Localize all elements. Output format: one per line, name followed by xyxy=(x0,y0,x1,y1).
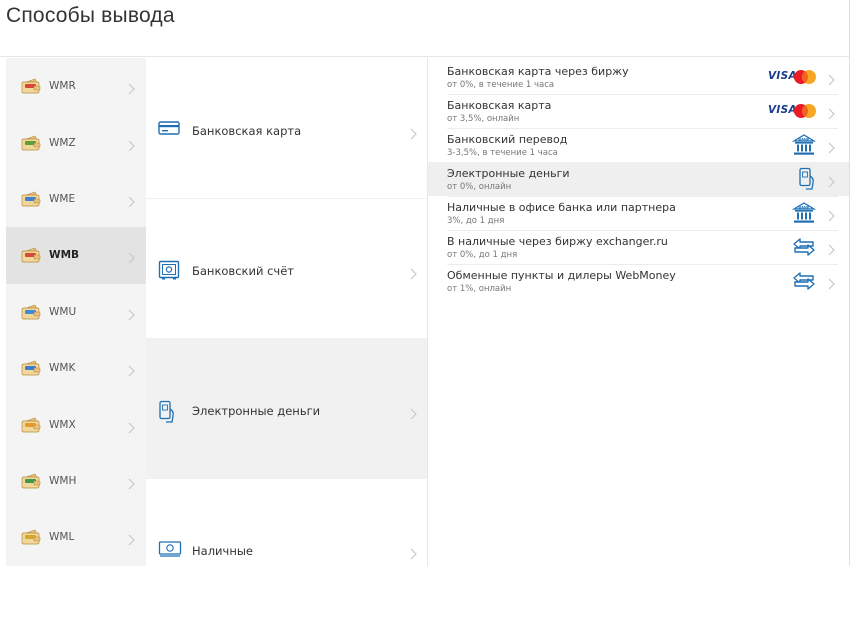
currency-label: WML xyxy=(49,531,75,544)
chevron-right-icon xyxy=(128,249,135,268)
method-label: Банковский счёт xyxy=(192,264,294,278)
wallet-wmz-icon xyxy=(20,135,42,155)
option-title: Обменные пункты и дилеры WebMoney xyxy=(447,269,676,282)
method-item-3[interactable]: Наличные xyxy=(146,478,427,618)
currency-label: WMX xyxy=(49,418,76,431)
chevron-right-icon xyxy=(410,405,417,424)
currency-item-wme[interactable]: WME xyxy=(6,171,146,227)
option-title: Электронные деньги xyxy=(447,167,570,180)
option-fee: от 0%, онлайн xyxy=(447,182,512,192)
chevron-right-icon xyxy=(128,193,135,212)
method-divider xyxy=(146,338,427,339)
currency-list: WMR WMZ WME WMB WMU WMK WMX WMH WML xyxy=(6,58,146,566)
chevron-right-icon xyxy=(828,207,835,226)
currency-label: WMR xyxy=(49,80,76,93)
method-list: Банковская карта Банковский счёт Электронн… xyxy=(146,58,428,566)
method-divider xyxy=(146,478,427,479)
currency-item-wmh[interactable]: WMH xyxy=(6,453,146,509)
option-title: Банковская карта через биржу xyxy=(447,65,629,78)
chevron-right-icon xyxy=(410,125,417,144)
svg-text:BANK: BANK xyxy=(798,205,810,209)
chevron-right-icon xyxy=(410,545,417,564)
exchange-arrows-icon xyxy=(791,238,817,260)
option-title: В наличные через биржу exchanger.ru xyxy=(447,235,668,248)
currency-item-wmb[interactable]: WMB xyxy=(6,227,146,284)
method-divider xyxy=(146,198,427,199)
method-item-1[interactable]: Банковский счёт xyxy=(146,198,427,338)
method-label: Банковская карта xyxy=(192,124,302,138)
option-fee: от 3,5%, онлайн xyxy=(447,114,520,124)
cash-icon xyxy=(158,540,182,562)
chevron-right-icon xyxy=(128,475,135,494)
wallet-wmx-icon xyxy=(20,417,42,437)
mastercard-icon xyxy=(792,69,818,89)
svg-text:BANK: BANK xyxy=(798,137,810,141)
option-title: Банковская карта xyxy=(447,99,552,112)
currency-label: WME xyxy=(49,192,76,205)
chevron-right-icon xyxy=(128,137,135,156)
wallet-wml-icon xyxy=(20,529,42,549)
option-item-2[interactable]: Банковский перевод 3-3,5%, в течение 1 ча… xyxy=(428,128,849,162)
phone-wallet-icon xyxy=(158,400,176,428)
currency-item-wml[interactable]: WML xyxy=(6,509,146,565)
chevron-right-icon xyxy=(828,105,835,124)
option-fee: 3-3,5%, в течение 1 часа xyxy=(447,148,558,158)
chevron-right-icon xyxy=(410,265,417,284)
option-item-1[interactable]: Банковская карта от 3,5%, онлайн VISA xyxy=(428,94,849,128)
currency-label: WMH xyxy=(49,474,77,487)
currency-item-wmx[interactable]: WMX xyxy=(6,396,146,452)
method-item-2[interactable]: Электронные деньги xyxy=(146,338,427,478)
chevron-right-icon xyxy=(128,80,135,99)
option-fee: от 0%, в течение 1 часа xyxy=(447,80,555,90)
phone-wallet-icon xyxy=(798,167,816,195)
currency-label: WMK xyxy=(49,362,76,375)
currency-item-wmz[interactable]: WMZ xyxy=(6,114,146,170)
wallet-wme-icon xyxy=(20,191,42,211)
option-item-5[interactable]: В наличные через биржу exchanger.ru от 0%… xyxy=(428,230,849,264)
bank-building-icon: BANK xyxy=(791,133,817,161)
wallet-wmu-icon xyxy=(20,304,42,324)
option-title: Банковский перевод xyxy=(447,133,568,146)
option-item-4[interactable]: Наличные в офисе банка или партнера 3%, д… xyxy=(428,196,849,230)
chevron-right-icon xyxy=(828,241,835,260)
bank-card-icon xyxy=(158,120,180,140)
wallet-wmr-icon xyxy=(20,78,42,98)
bank-building-icon: BANK xyxy=(791,201,817,229)
exchange-arrows-icon xyxy=(791,272,817,294)
option-item-6[interactable]: Обменные пункты и дилеры WebMoney от 1%, … xyxy=(428,264,849,298)
currency-label: WMB xyxy=(49,249,80,262)
page-title: Способы вывода xyxy=(6,4,175,27)
currency-item-wmk[interactable]: WMK xyxy=(6,340,146,396)
currency-label: WMU xyxy=(49,305,77,318)
option-list: Банковская карта через биржу от 0%, в теч… xyxy=(428,58,849,566)
option-item-0[interactable]: Банковская карта через биржу от 0%, в теч… xyxy=(428,60,849,94)
wallet-wmh-icon xyxy=(20,473,42,493)
option-title: Наличные в офисе банка или партнера xyxy=(447,201,676,214)
option-fee: 3%, до 1 дня xyxy=(447,216,505,226)
method-label: Наличные xyxy=(192,544,253,558)
header-divider xyxy=(0,56,850,57)
chevron-right-icon xyxy=(128,362,135,381)
option-fee: от 0%, до 1 дня xyxy=(447,250,518,260)
mastercard-icon xyxy=(792,103,818,123)
currency-item-wmr[interactable]: WMR xyxy=(6,58,146,114)
chevron-right-icon xyxy=(828,71,835,90)
chevron-right-icon xyxy=(828,173,835,192)
chevron-right-icon xyxy=(828,275,835,294)
chevron-right-icon xyxy=(828,139,835,158)
chevron-right-icon xyxy=(128,531,135,550)
currency-label: WMZ xyxy=(49,136,76,149)
wallet-wmk-icon xyxy=(20,360,42,380)
wallet-wmb-icon xyxy=(20,247,42,267)
chevron-right-icon xyxy=(128,419,135,438)
currency-item-wmu[interactable]: WMU xyxy=(6,284,146,340)
option-item-3[interactable]: Электронные деньги от 0%, онлайн xyxy=(428,162,849,196)
method-item-0[interactable]: Банковская карта xyxy=(146,58,427,198)
method-label: Электронные деньги xyxy=(192,404,321,418)
chevron-right-icon xyxy=(128,306,135,325)
bank-safe-icon xyxy=(158,260,180,284)
option-fee: от 1%, онлайн xyxy=(447,284,512,294)
